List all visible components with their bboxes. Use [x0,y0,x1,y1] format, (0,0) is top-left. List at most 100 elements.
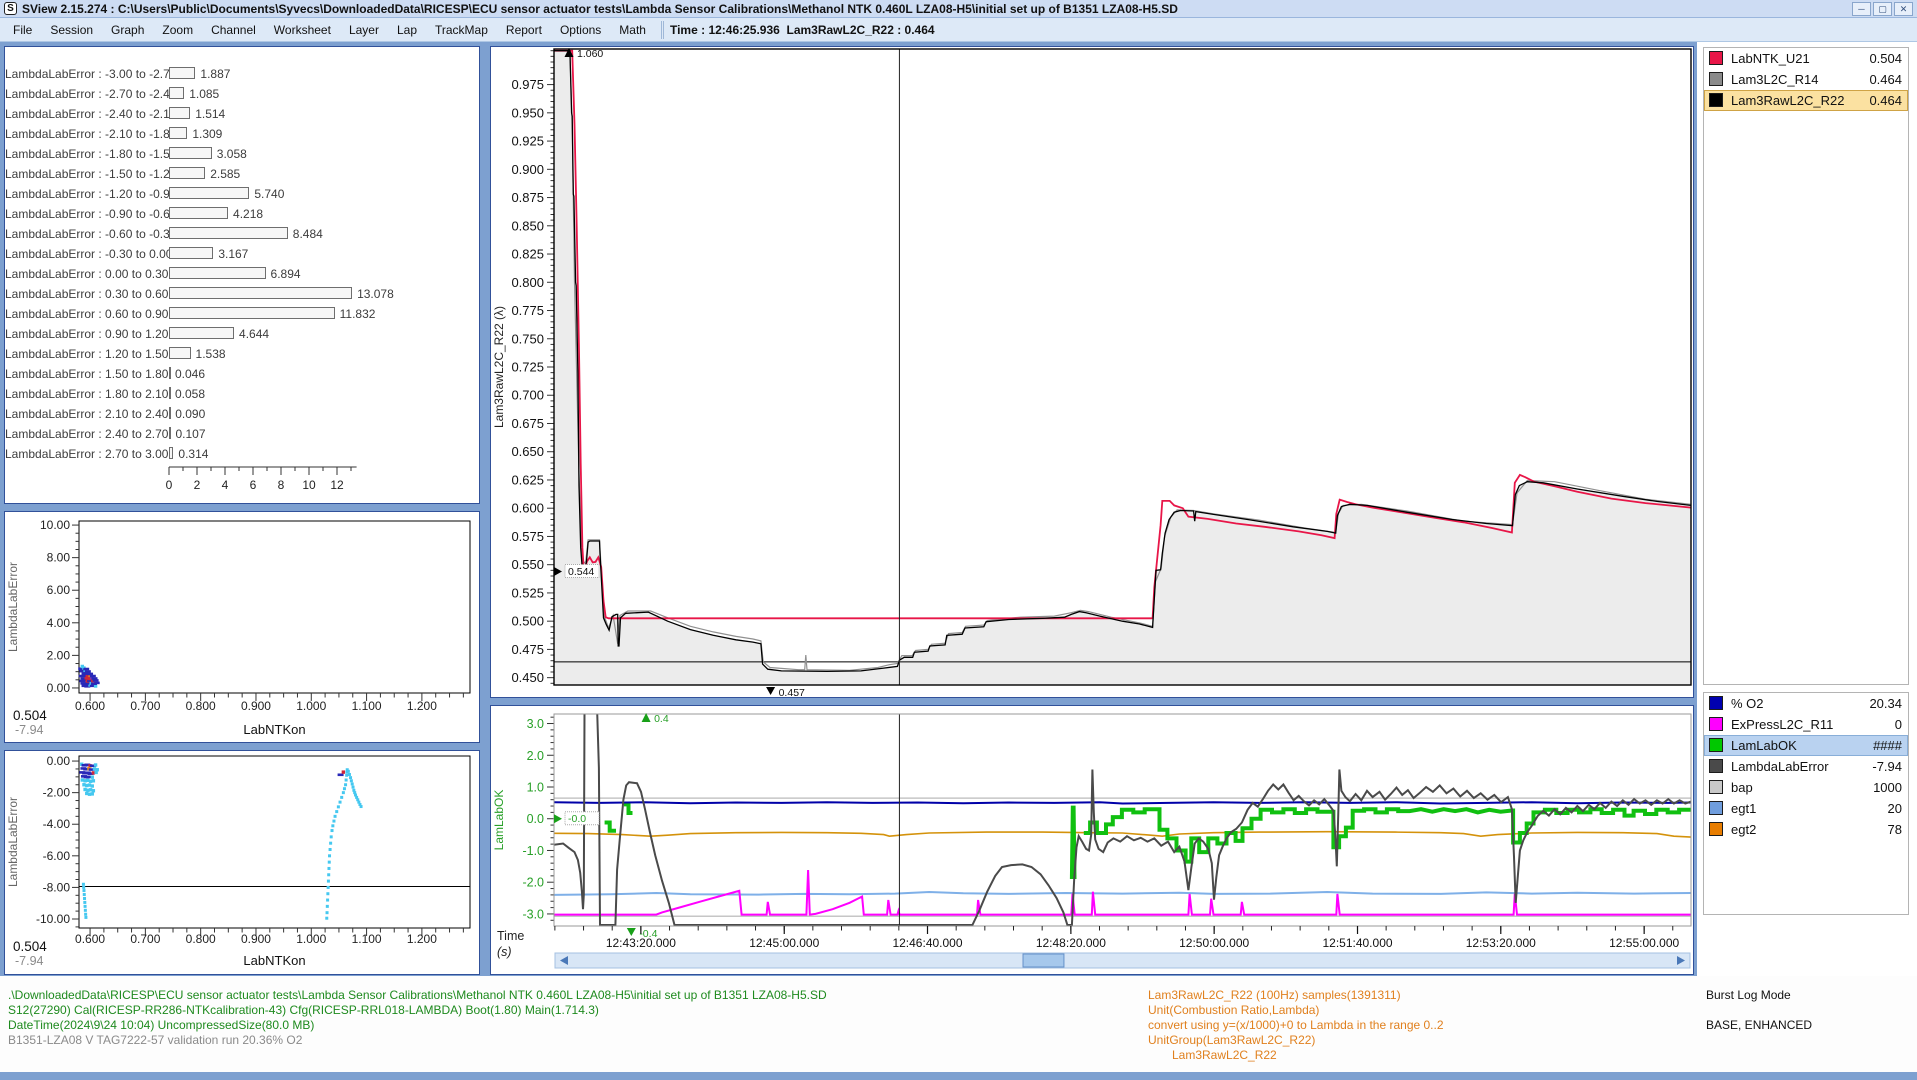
channel-name: LabNTK_U21 [1731,48,1810,69]
histogram-row: LambdaLabError : -0.90 to -0.604.218 [5,204,475,224]
svg-text:12:46:40.000: 12:46:40.000 [892,936,962,950]
scatter1-chart[interactable]: 0.002.004.006.008.0010.000.6000.7000.800… [5,512,481,744]
histogram-row: LambdaLabError : 2.10 to 2.400.090 [5,404,475,424]
legend-row-labntk-u21[interactable]: LabNTK_U210.504 [1704,48,1908,69]
status-log-mode-line: Burst Log Mode [1706,988,1791,1002]
min-marker-icon [627,928,636,936]
svg-text:4: 4 [222,478,229,492]
svg-text:0: 0 [166,478,173,492]
channel-color-swatch [1709,780,1723,794]
legend-row-lam3l2c-r14[interactable]: Lam3L2C_R140.464 [1704,69,1908,90]
menu-item-zoom[interactable]: Zoom [153,20,202,40]
menu-item-lap[interactable]: Lap [388,20,426,40]
legend-row-lam3rawl2c-r22[interactable]: Lam3RawL2C_R220.464 [1704,90,1908,111]
lambda-error-histogram-panel[interactable]: LambdaLabError : -3.00 to -2.701.887Lamb… [4,46,480,504]
channel-color-swatch [1709,822,1723,836]
svg-text:0.700: 0.700 [511,388,544,403]
menu-item-report[interactable]: Report [497,20,551,40]
scatter2-chart[interactable]: -10.00-8.00-6.00-4.00-2.000.000.6000.700… [5,751,481,976]
svg-text:0.525: 0.525 [511,585,544,600]
y-axis-label: Lam3RawL2C_R22 (λ) [492,306,506,428]
status-validation-note: B1351-LZA08 V TAG7222-57 validation run … [8,1033,302,1047]
legend-row-egt2[interactable]: egt278 [1704,819,1908,840]
channel-name: Lam3RawL2C_R22 [1731,90,1844,111]
svg-text:12:55:00.000: 12:55:00.000 [1609,936,1679,950]
legend-row-lamlabok[interactable]: LamLabOK#### [1704,735,1908,756]
lower-chart[interactable]: -3.0-2.0-1.00.01.02.03.00.4-0.4-0.0LamLa… [491,706,1695,976]
menu-item-file[interactable]: File [4,20,41,40]
svg-text:2: 2 [194,478,201,492]
legend-row-bap[interactable]: bap1000 [1704,777,1908,798]
histogram-bin-label: LambdaLabError : 0.30 to 0.60 [5,287,163,301]
svg-text:0.600: 0.600 [511,501,544,516]
menu-item-math[interactable]: Math [610,20,655,40]
legend-row--o2[interactable]: % O220.34 [1704,693,1908,714]
channel-name: LambdaLabError [1731,756,1829,777]
histogram-row: LambdaLabError : 1.50 to 1.800.046 [5,364,475,384]
svg-text:-2.0: -2.0 [522,876,544,890]
time-scrollbar-thumb[interactable] [1023,954,1064,967]
menu-item-channel[interactable]: Channel [202,20,265,40]
histogram-bin-label: LambdaLabError : 2.40 to 2.70 [5,427,163,441]
channel-color-swatch [1709,801,1723,815]
menu-item-session[interactable]: Session [41,20,102,40]
histogram-row: LambdaLabError : 1.80 to 2.100.058 [5,384,475,404]
histogram-bin-value: 5.740 [254,187,284,201]
svg-text:0.575: 0.575 [511,529,544,544]
channel-name: ExPressL2C_R11 [1731,714,1833,735]
svg-text:-2.00: -2.00 [43,786,71,800]
histogram-bar [169,127,187,139]
histogram-row: LambdaLabError : -2.40 to -2.101.514 [5,104,475,124]
histogram-bar [169,227,288,239]
svg-text:1.100: 1.100 [352,932,382,946]
svg-text:0.700: 0.700 [130,699,160,713]
svg-text:0.800: 0.800 [511,275,544,290]
histogram-bin-label: LambdaLabError : -0.90 to -0.60 [5,207,163,221]
menu-item-options[interactable]: Options [551,20,610,40]
histogram-row: LambdaLabError : 1.20 to 1.501.538 [5,344,475,364]
legend-row-egt1[interactable]: egt120 [1704,798,1908,819]
menu-item-trackmap[interactable]: TrackMap [426,20,497,40]
menu-separator [661,21,664,39]
svg-text:0.900: 0.900 [511,162,544,177]
menu-item-graph[interactable]: Graph [102,20,153,40]
legend-row-expressl2c-r11[interactable]: ExPressL2C_R110 [1704,714,1908,735]
minimize-button[interactable]: ─ [1852,2,1871,16]
main-chart[interactable]: 0.4500.4750.5000.5250.5500.5750.6000.625… [491,47,1695,699]
histogram-bin-value: 11.832 [340,307,376,321]
svg-text:0.775: 0.775 [511,303,544,318]
cursor-x-value: 0.504 [13,708,47,723]
lower-multichannel-chart-panel[interactable]: -3.0-2.0-1.00.01.02.03.00.4-0.4-0.0LamLa… [490,705,1694,975]
svg-text:-8.00: -8.00 [43,880,71,894]
histogram-bar [169,327,234,339]
svg-text:-0.0: -0.0 [568,813,586,825]
legend-row-lambdalaberror[interactable]: LambdaLabError-7.94 [1704,756,1908,777]
main-lambda-chart-panel[interactable]: 0.4500.4750.5000.5250.5500.5750.6000.625… [490,46,1694,698]
channel-name: bap [1731,777,1753,798]
svg-text:8.00: 8.00 [47,551,71,565]
min-marker-icon [766,687,775,695]
svg-text:1.200: 1.200 [407,699,437,713]
histogram-bar [169,427,171,439]
histogram-bin-label: LambdaLabError : 2.10 to 2.40 [5,407,163,421]
menu-item-worksheet[interactable]: Worksheet [265,20,340,40]
status-log-mode-line: BASE, ENHANCED [1706,1018,1812,1032]
scatter-plot-top-panel[interactable]: 0.002.004.006.008.0010.000.6000.7000.800… [4,511,480,743]
svg-text:-6.00: -6.00 [43,849,71,863]
svg-text:0.725: 0.725 [511,360,544,375]
svg-text:1.0: 1.0 [527,780,544,794]
svg-text:0.475: 0.475 [511,642,544,657]
histogram-bin-value: 1.309 [192,127,222,141]
close-button[interactable]: ✕ [1894,2,1913,16]
histogram-bin-value: 3.167 [218,247,248,261]
svg-text:10.00: 10.00 [40,518,70,532]
histogram-bin-label: LambdaLabError : 0.90 to 1.20 [5,327,163,341]
svg-text:0.600: 0.600 [75,932,105,946]
maximize-button[interactable]: ▢ [1873,2,1892,16]
scatter-plot-bottom-panel[interactable]: -10.00-8.00-6.00-4.00-2.000.000.6000.700… [4,750,480,975]
histogram-bin-label: LambdaLabError : -3.00 to -2.70 [5,67,163,81]
time-scrollbar[interactable] [555,953,1690,968]
menu-item-layer[interactable]: Layer [340,20,388,40]
svg-text:0.625: 0.625 [511,472,544,487]
svg-text:8: 8 [278,478,285,492]
